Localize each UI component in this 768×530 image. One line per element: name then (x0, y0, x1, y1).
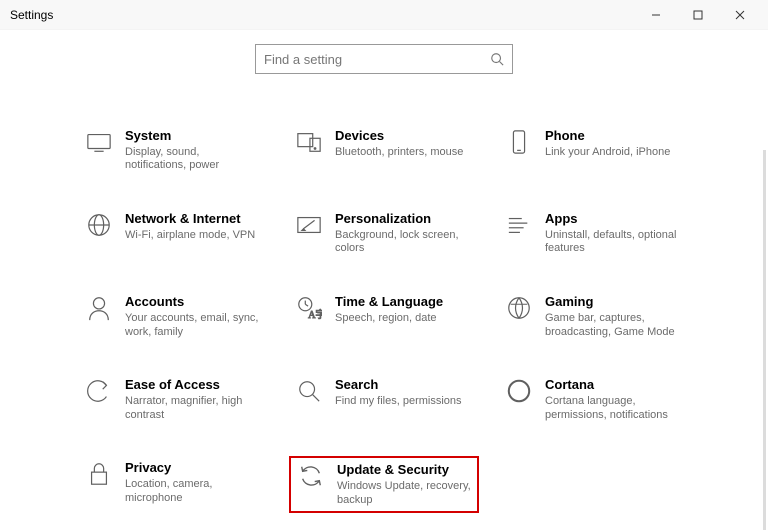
window-controls (638, 3, 758, 27)
scrollbar[interactable] (763, 150, 766, 530)
tile-title: Time & Language (335, 294, 443, 310)
tile-title: Ease of Access (125, 377, 260, 393)
window-title: Settings (10, 8, 638, 22)
accounts-icon (85, 294, 113, 322)
update-icon (297, 462, 325, 490)
tile-description: Bluetooth, printers, mouse (335, 146, 463, 160)
category-tile-phone[interactable]: Phone Link your Android, iPhone (499, 124, 689, 177)
tile-description: Your accounts, email, sync, work, family (125, 312, 260, 340)
tile-description: Game bar, captures, broadcasting, Game M… (545, 312, 680, 340)
category-tile-privacy[interactable]: Privacy Location, camera, microphone (79, 456, 269, 513)
title-bar: Settings (0, 0, 768, 30)
close-button[interactable] (722, 3, 758, 27)
search-icon (490, 52, 504, 66)
time-icon: A字 (295, 294, 323, 322)
category-tile-ease-of-access[interactable]: Ease of Access Narrator, magnifier, high … (79, 373, 269, 426)
svg-text:A字: A字 (308, 308, 322, 321)
category-tile-cortana[interactable]: Cortana Cortana language, permissions, no… (499, 373, 689, 426)
phone-icon (505, 128, 533, 156)
search-placeholder: Find a setting (264, 52, 490, 67)
tile-title: Devices (335, 128, 463, 144)
tile-description: Link your Android, iPhone (545, 146, 670, 160)
apps-icon (505, 211, 533, 239)
tile-description: Uninstall, defaults, optional features (545, 229, 680, 257)
category-tile-search[interactable]: Search Find my files, permissions (289, 373, 479, 426)
category-tile-network-internet[interactable]: Network & Internet Wi-Fi, airplane mode, … (79, 207, 269, 260)
tile-description: Cortana language, permissions, notificat… (545, 395, 680, 423)
tile-description: Location, camera, microphone (125, 478, 260, 506)
tile-description: Display, sound, notifications, power (125, 146, 260, 174)
category-tile-update-security[interactable]: Update & Security Windows Update, recover… (289, 456, 479, 513)
tile-description: Narrator, magnifier, high contrast (125, 395, 260, 423)
devices-icon (295, 128, 323, 156)
gaming-icon (505, 294, 533, 322)
category-tile-accounts[interactable]: Accounts Your accounts, email, sync, work… (79, 290, 269, 343)
tile-description: Background, lock screen, colors (335, 229, 470, 257)
tile-description: Wi-Fi, airplane mode, VPN (125, 229, 255, 243)
tile-title: Privacy (125, 460, 260, 476)
minimize-button[interactable] (638, 3, 674, 27)
tile-title: Network & Internet (125, 211, 255, 227)
tile-description: Windows Update, recovery, backup (337, 480, 471, 508)
category-tile-apps[interactable]: Apps Uninstall, defaults, optional featur… (499, 207, 689, 260)
network-icon (85, 211, 113, 239)
category-tile-gaming[interactable]: Gaming Game bar, captures, broadcasting, … (499, 290, 689, 343)
tile-title: Personalization (335, 211, 470, 227)
privacy-icon (85, 460, 113, 488)
category-tile-personalization[interactable]: Personalization Background, lock screen, … (289, 207, 479, 260)
tile-title: Gaming (545, 294, 680, 310)
cortana-icon (505, 377, 533, 405)
ease-icon (85, 377, 113, 405)
tile-title: Accounts (125, 294, 260, 310)
category-grid: System Display, sound, notifications, pow… (79, 124, 689, 513)
tile-title: Phone (545, 128, 670, 144)
tile-title: Search (335, 377, 462, 393)
tile-title: Cortana (545, 377, 680, 393)
search-input[interactable]: Find a setting (255, 44, 513, 74)
tile-title: Update & Security (337, 462, 471, 478)
tile-description: Speech, region, date (335, 312, 443, 326)
tile-title: System (125, 128, 260, 144)
maximize-button[interactable] (680, 3, 716, 27)
personalize-icon (295, 211, 323, 239)
tile-description: Find my files, permissions (335, 395, 462, 409)
tile-title: Apps (545, 211, 680, 227)
category-tile-system[interactable]: System Display, sound, notifications, pow… (79, 124, 269, 177)
category-tile-devices[interactable]: Devices Bluetooth, printers, mouse (289, 124, 479, 177)
system-icon (85, 128, 113, 156)
category-tile-time-language[interactable]: A字 Time & Language Speech, region, date (289, 290, 479, 343)
search-cat-icon (295, 377, 323, 405)
content-area: Find a setting System Display, sound, not… (0, 30, 768, 519)
